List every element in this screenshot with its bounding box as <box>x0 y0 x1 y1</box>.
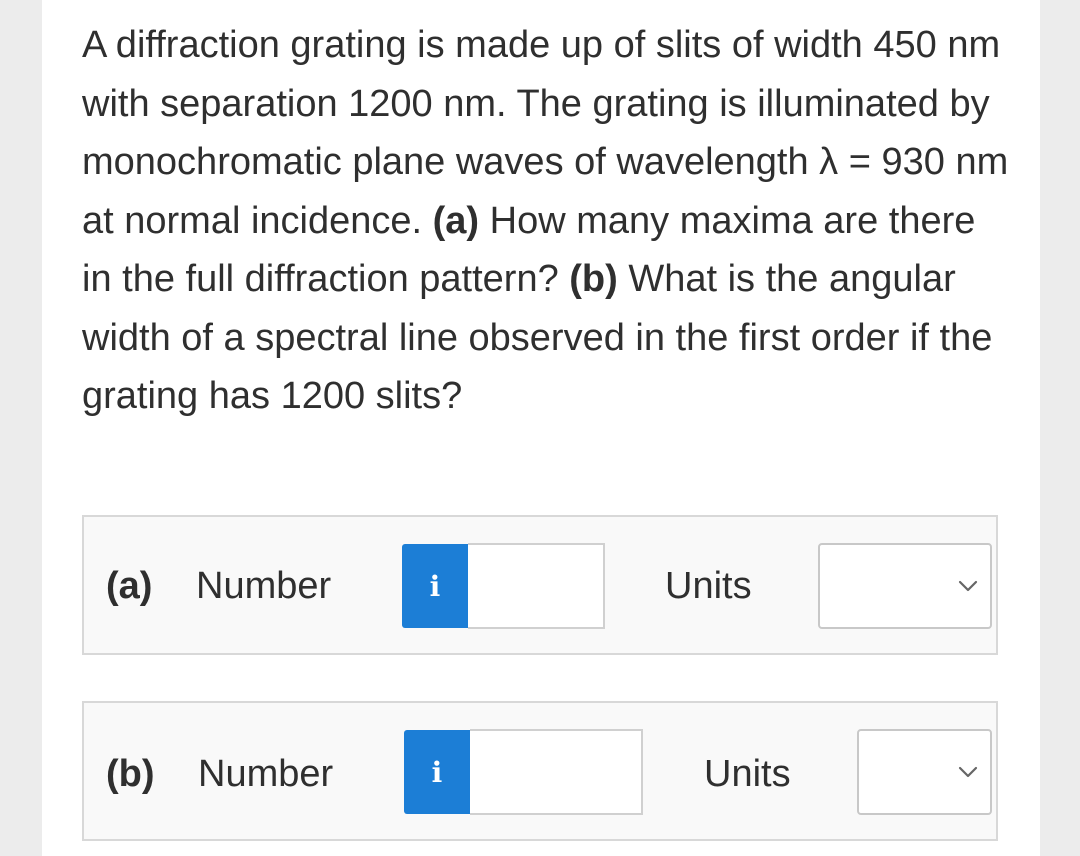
info-icon[interactable]: i <box>402 544 468 628</box>
units-label-a: Units <box>665 565 752 607</box>
info-icon[interactable]: i <box>404 730 470 814</box>
number-input-b[interactable] <box>470 729 643 815</box>
chevron-down-icon <box>958 580 978 592</box>
part-a-tag: (a) <box>432 199 480 242</box>
part-label-a: (a) <box>106 565 153 607</box>
units-dropdown-b[interactable] <box>857 729 992 815</box>
number-label-b: Number <box>198 753 334 795</box>
units-label-b: Units <box>704 753 791 795</box>
answer-row-b: (b) Number i Units <box>82 701 998 841</box>
answer-row-a: (a) Number i Units <box>82 515 998 655</box>
question-text: A diffraction grating is made up of slit… <box>82 16 1012 426</box>
number-input-a[interactable] <box>468 543 605 629</box>
units-dropdown-a[interactable] <box>818 543 992 629</box>
info-icon-glyph: i <box>431 755 443 789</box>
info-icon-glyph: i <box>429 569 441 603</box>
part-label-b: (b) <box>106 753 155 795</box>
number-label-a: Number <box>196 565 332 607</box>
part-b-tag: (b) <box>569 258 618 300</box>
question-panel: A diffraction grating is made up of slit… <box>42 0 1040 856</box>
chevron-down-icon <box>958 766 978 778</box>
